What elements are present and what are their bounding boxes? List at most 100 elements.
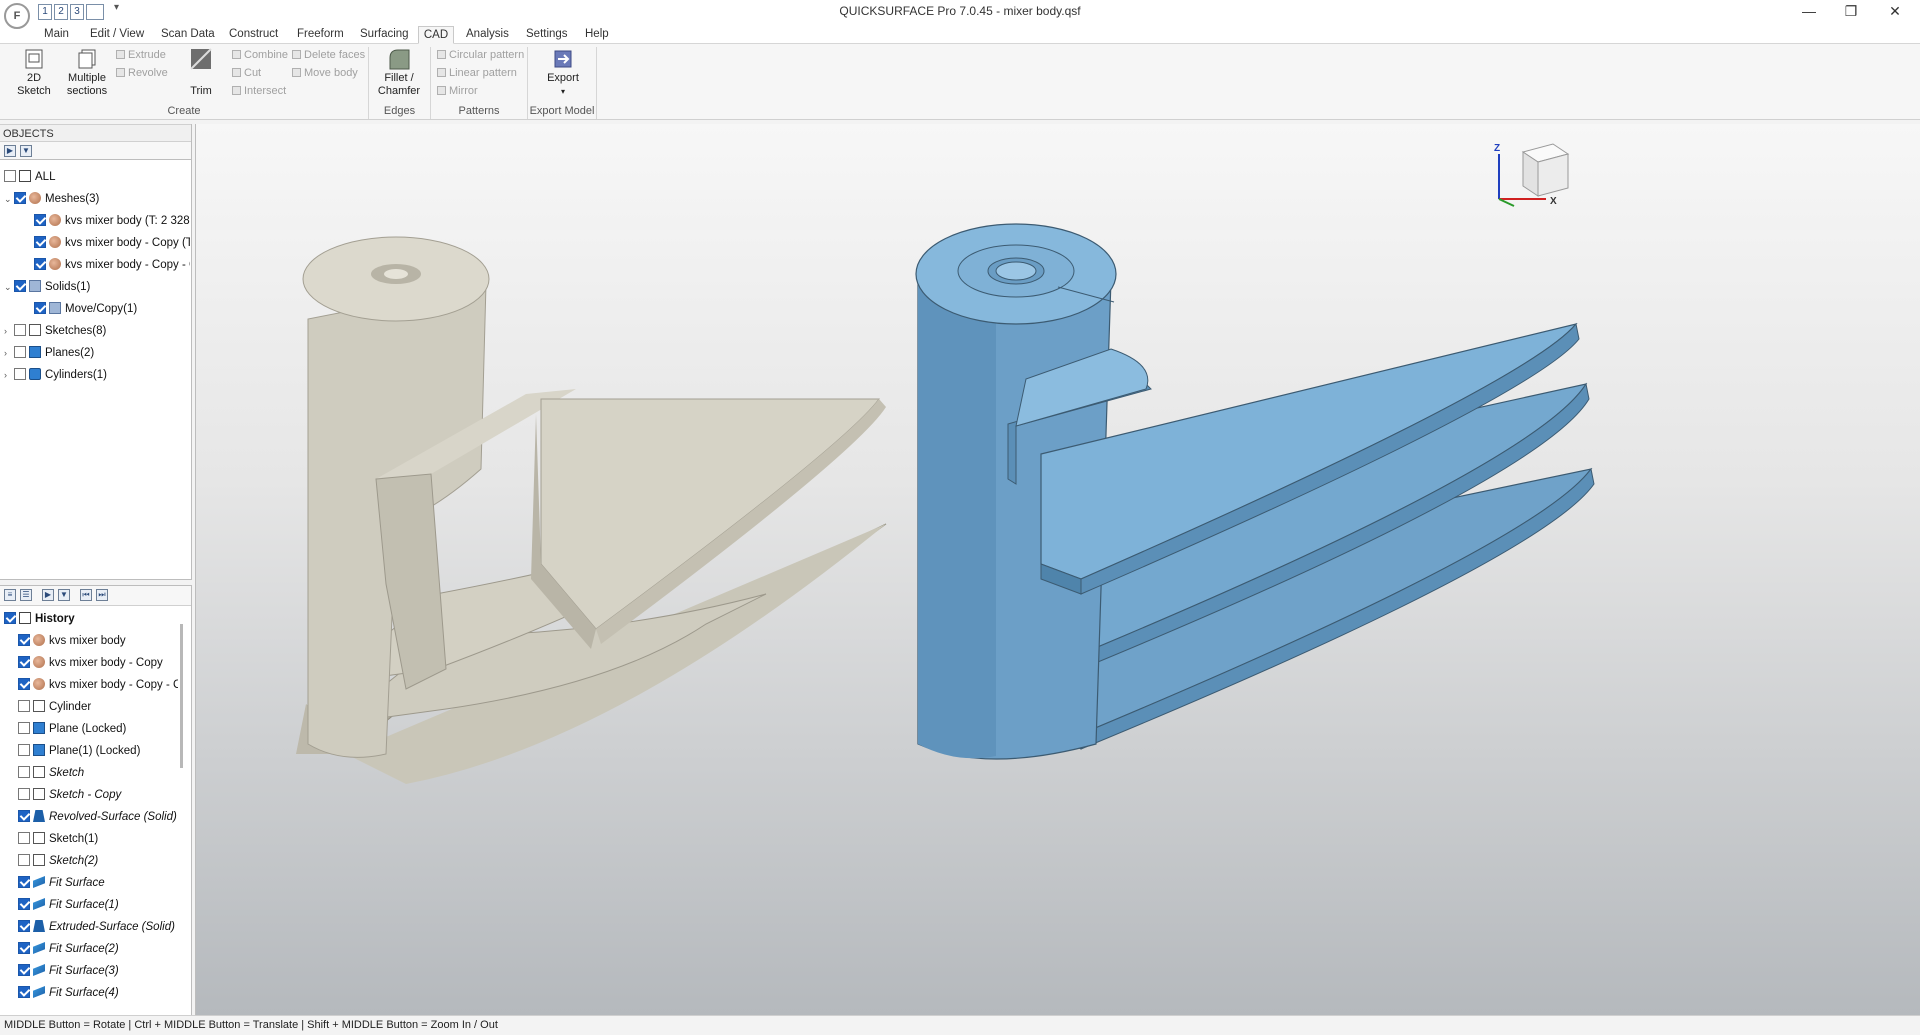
move-body-button[interactable]: Move body	[292, 66, 358, 81]
sketch-2d-button[interactable]: 2D Sketch	[14, 48, 54, 98]
tree-item-mesh[interactable]: kvs mixer body (T: 2 328 1	[34, 210, 190, 232]
checkbox[interactable]	[18, 964, 30, 976]
tab-analysis[interactable]: Analysis	[462, 26, 513, 44]
checkbox[interactable]	[14, 346, 26, 358]
tree-item-all[interactable]: ALL	[4, 166, 190, 188]
history-item[interactable]: kvs mixer body - Copy - C	[18, 674, 178, 696]
history-item[interactable]: kvs mixer body - Copy	[18, 652, 178, 674]
history-item[interactable]: Fit Surface(4)	[18, 982, 178, 1004]
rewind-start-icon[interactable]: ⏮	[80, 589, 92, 601]
tree-item-mesh[interactable]: kvs mixer body - Copy - C	[34, 254, 190, 276]
history-item[interactable]: kvs mixer body	[18, 630, 178, 652]
checkbox[interactable]	[4, 170, 16, 182]
trim-button[interactable]: Trim	[186, 48, 216, 98]
checkbox[interactable]	[18, 700, 30, 712]
history-item[interactable]: Cylinder	[18, 696, 178, 718]
checkbox[interactable]	[14, 192, 26, 204]
checkbox[interactable]	[18, 832, 30, 844]
checkbox[interactable]	[18, 898, 30, 910]
tab-main[interactable]: Main	[40, 26, 73, 44]
circular-pattern-button[interactable]: Circular pattern	[437, 48, 524, 63]
fillet-chamfer-button[interactable]: Fillet / Chamfer	[376, 48, 422, 98]
forward-end-icon[interactable]: ⏭	[96, 589, 108, 601]
history-item[interactable]: Sketch(2)	[18, 850, 178, 872]
checkbox[interactable]	[18, 722, 30, 734]
tree-view-icon[interactable]: ☰	[20, 589, 32, 601]
filter-icon[interactable]: ▼	[20, 145, 32, 157]
checkbox[interactable]	[18, 656, 30, 668]
delete-faces-button[interactable]: Delete faces	[292, 48, 365, 63]
combine-button[interactable]: Combine	[232, 48, 288, 63]
checkbox[interactable]	[18, 810, 30, 822]
checkbox[interactable]	[14, 280, 26, 292]
tab-edit-view[interactable]: Edit / View	[86, 26, 148, 44]
chevron-right-icon[interactable]: ›	[4, 342, 14, 364]
checkbox[interactable]	[34, 214, 46, 226]
history-item[interactable]: Plane(1) (Locked)	[18, 740, 178, 762]
extrude-button[interactable]: Extrude	[116, 48, 166, 63]
intersect-button[interactable]: Intersect	[232, 84, 286, 99]
history-item[interactable]: Fit Surface(3)	[18, 960, 178, 982]
checkbox[interactable]	[18, 986, 30, 998]
expand-icon[interactable]: ▶	[42, 589, 54, 601]
cut-button[interactable]: Cut	[232, 66, 261, 81]
app-logo-icon[interactable]: F	[4, 3, 30, 29]
history-item[interactable]: Sketch - Copy	[18, 784, 178, 806]
history-item[interactable]: Sketch(1)	[18, 828, 178, 850]
tab-cad[interactable]: CAD	[418, 26, 454, 44]
history-scrollbar[interactable]	[180, 624, 183, 768]
checkbox[interactable]	[14, 324, 26, 336]
close-button[interactable]: ✕	[1872, 0, 1918, 24]
checkbox[interactable]	[4, 612, 16, 624]
checkbox[interactable]	[18, 920, 30, 932]
history-item[interactable]: Revolved-Surface (Solid)	[18, 806, 178, 828]
checkbox[interactable]	[18, 854, 30, 866]
history-item[interactable]: Sketch	[18, 762, 178, 784]
checkbox[interactable]	[18, 634, 30, 646]
linear-pattern-button[interactable]: Linear pattern	[437, 66, 517, 81]
checkbox[interactable]	[18, 766, 30, 778]
checkbox[interactable]	[34, 302, 46, 314]
tab-help[interactable]: Help	[581, 26, 613, 44]
history-item[interactable]: Fit Surface(2)	[18, 938, 178, 960]
checkbox[interactable]	[34, 236, 46, 248]
tree-item-meshes[interactable]: ⌄ Meshes(3)	[4, 188, 190, 210]
history-root[interactable]: History	[4, 608, 180, 630]
tree-item-sketches[interactable]: › Sketches(8)	[4, 320, 190, 342]
maximize-button[interactable]: ❐	[1828, 0, 1874, 24]
history-item[interactable]: Fit Surface(1)	[18, 894, 178, 916]
tree-item-planes[interactable]: › Planes(2)	[4, 342, 190, 364]
tab-freeform[interactable]: Freeform	[293, 26, 348, 44]
history-item[interactable]: Fit Surface	[18, 872, 178, 894]
tree-item-mesh[interactable]: kvs mixer body - Copy (T:	[34, 232, 190, 254]
revolve-button[interactable]: Revolve	[116, 66, 168, 81]
checkbox[interactable]	[18, 942, 30, 954]
checkbox[interactable]	[34, 258, 46, 270]
filter-icon[interactable]: ▼	[58, 589, 70, 601]
minimize-button[interactable]: —	[1786, 0, 1832, 24]
chevron-down-icon[interactable]: ⌄	[4, 188, 14, 210]
scanned-mesh-model[interactable]	[296, 236, 887, 784]
list-view-icon[interactable]: ≡	[4, 589, 16, 601]
3d-viewport[interactable]: Z X	[195, 124, 1920, 1015]
checkbox[interactable]	[18, 876, 30, 888]
chevron-down-icon[interactable]: ⌄	[4, 276, 14, 298]
checkbox[interactable]	[18, 678, 30, 690]
checkbox[interactable]	[18, 744, 30, 756]
checkbox[interactable]	[18, 788, 30, 800]
tree-item-cylinders[interactable]: › Cylinders(1)	[4, 364, 190, 386]
cad-solid-model[interactable]	[915, 223, 1595, 760]
tree-item-move-copy[interactable]: Move/Copy(1)	[34, 298, 190, 320]
view-orientation-cube[interactable]: Z X	[1494, 143, 1570, 207]
export-button[interactable]: Export ▾	[543, 48, 583, 98]
checkbox[interactable]	[14, 368, 26, 380]
tab-surfacing[interactable]: Surfacing	[356, 26, 413, 44]
tab-scan-data[interactable]: Scan Data	[157, 26, 219, 44]
tab-settings[interactable]: Settings	[522, 26, 572, 44]
expand-all-icon[interactable]: ▶	[4, 145, 16, 157]
tree-item-solids[interactable]: ⌄ Solids(1)	[4, 276, 190, 298]
chevron-right-icon[interactable]: ›	[4, 320, 14, 342]
tab-construct[interactable]: Construct	[225, 26, 282, 44]
history-item[interactable]: Extruded-Surface (Solid)	[18, 916, 178, 938]
chevron-right-icon[interactable]: ›	[4, 364, 14, 386]
